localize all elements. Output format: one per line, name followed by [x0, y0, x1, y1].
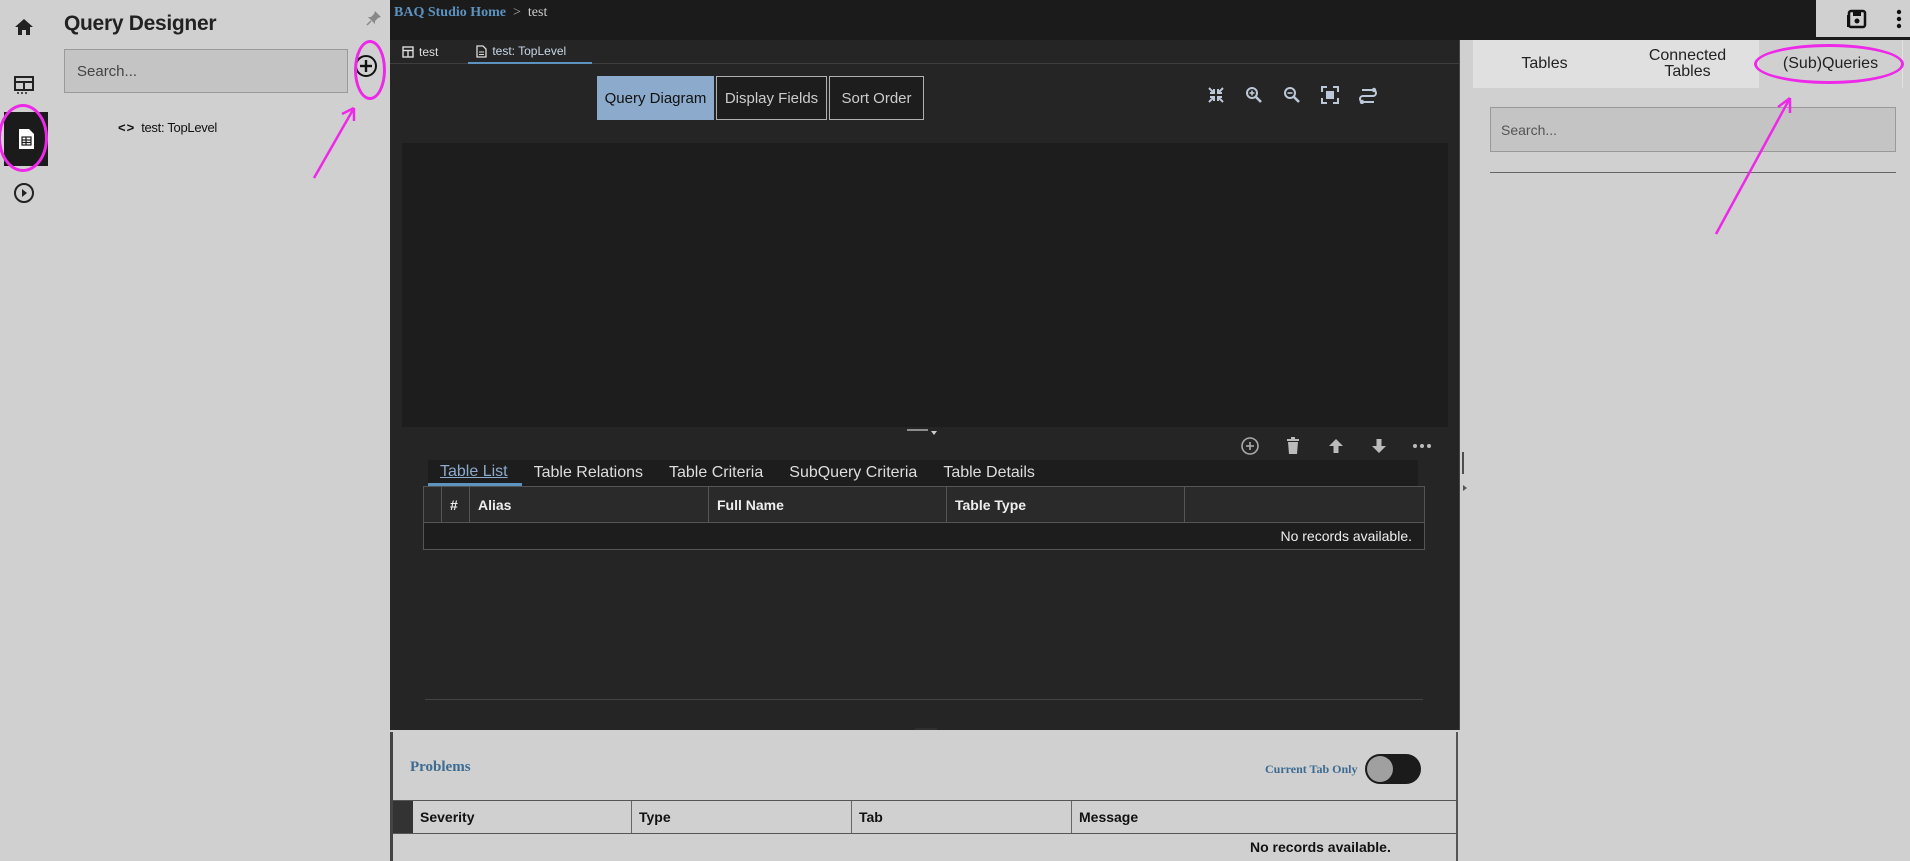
- table-list-toolbar: [1240, 436, 1432, 456]
- tab-query-diagram[interactable]: Query Diagram: [597, 76, 714, 120]
- pin-button[interactable]: [366, 10, 382, 26]
- arrow-down-icon[interactable]: [1369, 436, 1389, 456]
- tab-test[interactable]: test: [402, 40, 448, 64]
- column-header-select: [424, 487, 442, 522]
- fit-screen-icon[interactable]: [1321, 86, 1339, 104]
- column-header-extra: [1185, 487, 1424, 522]
- panel-title: Query Designer: [64, 12, 217, 35]
- more-horizontal-icon[interactable]: [1412, 436, 1432, 456]
- tab-table-list[interactable]: Table List: [428, 460, 522, 486]
- query-diagram-canvas[interactable]: [402, 143, 1448, 427]
- tab-test-toplevel[interactable]: test: TopLevel: [468, 40, 593, 64]
- column-header-alias[interactable]: Alias: [470, 487, 709, 522]
- home-icon: [15, 19, 33, 35]
- pin-icon: [366, 11, 381, 26]
- column-header-table-type[interactable]: Table Type: [947, 487, 1185, 522]
- home-button[interactable]: [0, 4, 48, 50]
- tab-table-criteria[interactable]: Table Criteria: [657, 460, 777, 486]
- document-tabs: test test: TopLevel: [390, 40, 1460, 64]
- designer-search-input[interactable]: [64, 49, 348, 93]
- empty-message: No records available.: [424, 523, 1424, 549]
- tree-item-toplevel[interactable]: <> test: TopLevel: [118, 120, 217, 135]
- route-icon[interactable]: [1359, 86, 1377, 104]
- toggle-knob: [1367, 756, 1394, 782]
- column-header-type[interactable]: Type: [632, 801, 852, 833]
- left-nav-rail: [0, 0, 48, 861]
- column-header-tab[interactable]: Tab: [852, 801, 1072, 833]
- toggle-label: Current Tab Only: [1265, 761, 1358, 776]
- run-nav-button[interactable]: [0, 170, 48, 216]
- tab-display-fields[interactable]: Display Fields: [716, 76, 827, 120]
- splitter-handle[interactable]: [905, 427, 939, 437]
- code-icon: <>: [118, 120, 136, 135]
- breadcrumb: BAQ Studio Home > test: [394, 5, 547, 21]
- right-panel: Tables Connected Tables (Sub)Queries: [1460, 40, 1910, 861]
- collapse-icon[interactable]: [1207, 86, 1225, 104]
- zoom-out-icon[interactable]: [1283, 86, 1301, 104]
- column-header-message[interactable]: Message: [1072, 801, 1456, 833]
- tab-subquery-criteria[interactable]: SubQuery Criteria: [777, 460, 931, 486]
- toggle-switch[interactable]: [1365, 754, 1422, 784]
- tab-connected-tables[interactable]: Connected Tables: [1616, 40, 1759, 88]
- plus-circle-icon: [355, 55, 377, 77]
- splitter-handle[interactable]: [915, 727, 937, 733]
- more-vertical-icon[interactable]: [1896, 9, 1902, 29]
- column-header-full-name[interactable]: Full Name: [709, 487, 947, 522]
- problems-panel: Problems Current Tab Only Severity Type …: [390, 728, 1458, 861]
- divider: [1490, 172, 1896, 173]
- add-subquery-button[interactable]: [354, 54, 378, 78]
- top-bar: BAQ Studio Home > test: [390, 0, 1910, 40]
- add-circle-icon[interactable]: [1240, 436, 1260, 456]
- play-circle-icon: [14, 183, 34, 203]
- breadcrumb-separator: >: [513, 5, 521, 20]
- document-icon: [476, 44, 487, 58]
- tree-item-label: test: TopLevel: [141, 120, 217, 135]
- query-designer-nav-button[interactable]: [4, 112, 48, 166]
- grid-icon: [14, 76, 34, 94]
- trash-icon[interactable]: [1283, 436, 1303, 456]
- view-tabs: Query Diagram Display Fields Sort Order: [597, 76, 924, 120]
- query-designer-panel: Query Designer <> test: TopLevel: [48, 0, 390, 861]
- divider: [425, 699, 1423, 700]
- table-sub-tabs: Table List Table Relations Table Criteri…: [428, 460, 1418, 486]
- tab-subqueries[interactable]: (Sub)Queries: [1759, 40, 1902, 88]
- table-header: Severity Type Tab Message: [393, 800, 1456, 834]
- right-search-input[interactable]: [1490, 107, 1896, 152]
- row-gutter: [393, 801, 413, 833]
- document-icon: [19, 129, 34, 149]
- column-header-severity[interactable]: Severity: [413, 801, 632, 833]
- collapse-handle[interactable]: [1460, 450, 1468, 494]
- center-panel: test test: TopLevel Query Diagram Displa…: [390, 40, 1460, 730]
- tables-nav-button[interactable]: [0, 62, 48, 108]
- tab-table-relations[interactable]: Table Relations: [522, 460, 657, 486]
- diagram-toolbar: [1207, 86, 1377, 104]
- table-icon: [402, 46, 414, 58]
- empty-message: No records available.: [1250, 839, 1391, 855]
- table-header: # Alias Full Name Table Type: [424, 487, 1424, 523]
- tab-sort-order[interactable]: Sort Order: [829, 76, 924, 120]
- zoom-in-icon[interactable]: [1245, 86, 1263, 104]
- breadcrumb-home-link[interactable]: BAQ Studio Home: [394, 5, 506, 21]
- column-header-number[interactable]: #: [442, 487, 470, 522]
- breadcrumb-current: test: [527, 5, 548, 20]
- top-toolbar: [1816, 0, 1910, 37]
- save-icon[interactable]: [1846, 8, 1868, 30]
- tab-label: test: TopLevel: [492, 44, 567, 58]
- tab-label: test: [419, 45, 439, 59]
- problems-title: Problems: [410, 759, 471, 775]
- table-list-grid: # Alias Full Name Table Type No records …: [423, 486, 1425, 550]
- right-panel-tabs: Tables Connected Tables (Sub)Queries: [1473, 40, 1903, 88]
- arrow-up-icon[interactable]: [1326, 436, 1346, 456]
- tab-table-details[interactable]: Table Details: [931, 460, 1049, 486]
- current-tab-only-toggle[interactable]: Current Tab Only: [1265, 754, 1422, 784]
- tab-tables[interactable]: Tables: [1473, 40, 1616, 88]
- problems-grid: Severity Type Tab Message No records ava…: [393, 800, 1456, 860]
